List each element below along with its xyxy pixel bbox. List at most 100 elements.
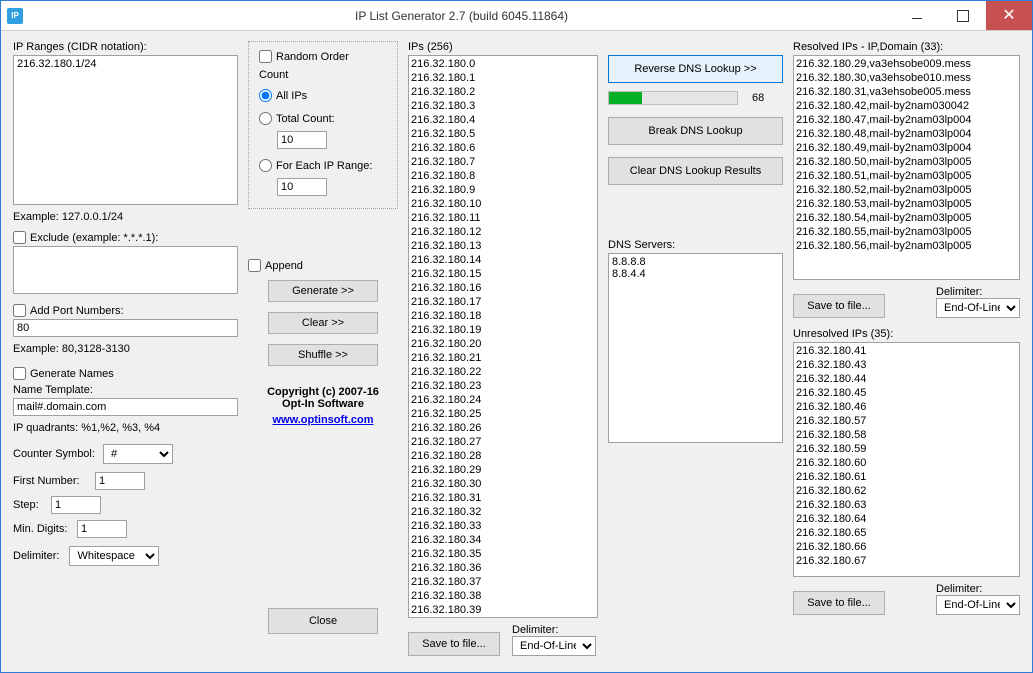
generate-names-checkbox[interactable] — [13, 367, 26, 380]
list-item[interactable]: 216.32.180.65 — [796, 526, 1017, 540]
all-ips-radio[interactable] — [259, 89, 272, 102]
list-item[interactable]: 216.32.180.28 — [411, 449, 595, 463]
list-item[interactable]: 216.32.180.50,mail-by2nam03lp005 — [796, 155, 1017, 169]
list-item[interactable]: 216.32.180.60 — [796, 456, 1017, 470]
list-item[interactable]: 216.32.180.53,mail-by2nam03lp005 — [796, 197, 1017, 211]
list-item[interactable]: 216.32.180.48,mail-by2nam03lp004 — [796, 127, 1017, 141]
list-item[interactable]: 216.32.180.30,va3ehsobe010.mess — [796, 71, 1017, 85]
ips-save-button[interactable]: Save to file... — [408, 632, 500, 656]
list-item[interactable]: 216.32.180.41 — [796, 344, 1017, 358]
list-item[interactable]: 216.32.180.43 — [796, 358, 1017, 372]
port-input[interactable] — [13, 319, 238, 337]
list-item[interactable]: 216.32.180.12 — [411, 225, 595, 239]
step-input[interactable] — [51, 496, 101, 514]
first-number-input[interactable] — [95, 472, 145, 490]
list-item[interactable]: 216.32.180.11 — [411, 211, 595, 225]
list-item[interactable]: 216.32.180.63 — [796, 498, 1017, 512]
clear-button[interactable]: Clear >> — [268, 312, 378, 334]
total-count-input[interactable] — [277, 131, 327, 149]
maximize-button[interactable] — [940, 1, 986, 30]
list-item[interactable]: 216.32.180.55,mail-by2nam03lp005 — [796, 225, 1017, 239]
close-window-button[interactable]: ✕ — [986, 1, 1032, 30]
unresolved-save-button[interactable]: Save to file... — [793, 591, 885, 615]
list-item[interactable]: 216.32.180.24 — [411, 393, 595, 407]
list-item[interactable]: 216.32.180.56,mail-by2nam03lp005 — [796, 239, 1017, 253]
list-item[interactable]: 216.32.180.17 — [411, 295, 595, 309]
minimize-button[interactable] — [894, 1, 940, 30]
list-item[interactable]: 216.32.180.16 — [411, 281, 595, 295]
list-item[interactable]: 216.32.180.1 — [411, 71, 595, 85]
exclude-input[interactable] — [13, 246, 238, 294]
list-item[interactable]: 216.32.180.8 — [411, 169, 595, 183]
list-item[interactable]: 216.32.180.29,va3ehsobe009.mess — [796, 57, 1017, 71]
append-checkbox[interactable] — [248, 259, 261, 272]
shuffle-button[interactable]: Shuffle >> — [268, 344, 378, 366]
list-item[interactable]: 216.32.180.64 — [796, 512, 1017, 526]
list-item[interactable]: 216.32.180.7 — [411, 155, 595, 169]
for-each-radio[interactable] — [259, 159, 272, 172]
list-item[interactable]: 216.32.180.42,mail-by2nam030042 — [796, 99, 1017, 113]
list-item[interactable]: 216.32.180.4 — [411, 113, 595, 127]
list-item[interactable]: 216.32.180.32 — [411, 505, 595, 519]
list-item[interactable]: 216.32.180.62 — [796, 484, 1017, 498]
add-port-checkbox[interactable] — [13, 304, 26, 317]
resolved-listbox[interactable]: 216.32.180.29,va3ehsobe009.mess216.32.18… — [793, 55, 1020, 280]
list-item[interactable]: 216.32.180.26 — [411, 421, 595, 435]
dns-servers-input[interactable] — [608, 253, 783, 443]
min-digits-input[interactable] — [77, 520, 127, 538]
list-item[interactable]: 216.32.180.51,mail-by2nam03lp005 — [796, 169, 1017, 183]
list-item[interactable]: 216.32.180.29 — [411, 463, 595, 477]
list-item[interactable]: 216.32.180.3 — [411, 99, 595, 113]
random-order-checkbox[interactable] — [259, 50, 272, 63]
list-item[interactable]: 216.32.180.31,va3ehsobe005.mess — [796, 85, 1017, 99]
list-item[interactable]: 216.32.180.36 — [411, 561, 595, 575]
list-item[interactable]: 216.32.180.23 — [411, 379, 595, 393]
total-count-radio[interactable] — [259, 112, 272, 125]
list-item[interactable]: 216.32.180.15 — [411, 267, 595, 281]
list-item[interactable]: 216.32.180.9 — [411, 183, 595, 197]
list-item[interactable]: 216.32.180.2 — [411, 85, 595, 99]
list-item[interactable]: 216.32.180.44 — [796, 372, 1017, 386]
list-item[interactable]: 216.32.180.35 — [411, 547, 595, 561]
ips-delimiter-select[interactable]: End-Of-Line — [512, 636, 596, 656]
generate-button[interactable]: Generate >> — [268, 280, 378, 302]
resolved-save-button[interactable]: Save to file... — [793, 294, 885, 318]
list-item[interactable]: 216.32.180.25 — [411, 407, 595, 421]
ips-listbox[interactable]: 216.32.180.0216.32.180.1216.32.180.2216.… — [408, 55, 598, 618]
list-item[interactable]: 216.32.180.14 — [411, 253, 595, 267]
list-item[interactable]: 216.32.180.13 — [411, 239, 595, 253]
list-item[interactable]: 216.32.180.18 — [411, 309, 595, 323]
exclude-checkbox[interactable] — [13, 231, 26, 244]
list-item[interactable]: 216.32.180.54,mail-by2nam03lp005 — [796, 211, 1017, 225]
list-item[interactable]: 216.32.180.27 — [411, 435, 595, 449]
list-item[interactable]: 216.32.180.38 — [411, 589, 595, 603]
list-item[interactable]: 216.32.180.10 — [411, 197, 595, 211]
list-item[interactable]: 216.32.180.19 — [411, 323, 595, 337]
list-item[interactable]: 216.32.180.33 — [411, 519, 595, 533]
list-item[interactable]: 216.32.180.6 — [411, 141, 595, 155]
list-item[interactable]: 216.32.180.22 — [411, 365, 595, 379]
list-item[interactable]: 216.32.180.61 — [796, 470, 1017, 484]
list-item[interactable]: 216.32.180.67 — [796, 554, 1017, 568]
close-button[interactable]: Close — [268, 608, 378, 634]
list-item[interactable]: 216.32.180.45 — [796, 386, 1017, 400]
list-item[interactable]: 216.32.180.47,mail-by2nam03lp004 — [796, 113, 1017, 127]
list-item[interactable]: 216.32.180.58 — [796, 428, 1017, 442]
list-item[interactable]: 216.32.180.31 — [411, 491, 595, 505]
list-item[interactable]: 216.32.180.49,mail-by2nam03lp004 — [796, 141, 1017, 155]
list-item[interactable]: 216.32.180.21 — [411, 351, 595, 365]
list-item[interactable]: 216.32.180.52,mail-by2nam03lp005 — [796, 183, 1017, 197]
ip-ranges-input[interactable] — [13, 55, 238, 205]
website-link[interactable]: www.optinsoft.com — [248, 414, 398, 426]
resolved-delimiter-select[interactable]: End-Of-Line — [936, 298, 1020, 318]
list-item[interactable]: 216.32.180.34 — [411, 533, 595, 547]
unresolved-listbox[interactable]: 216.32.180.41216.32.180.43216.32.180.442… — [793, 342, 1020, 577]
list-item[interactable]: 216.32.180.20 — [411, 337, 595, 351]
list-item[interactable]: 216.32.180.39 — [411, 603, 595, 617]
unresolved-delimiter-select[interactable]: End-Of-Line — [936, 595, 1020, 615]
list-item[interactable]: 216.32.180.46 — [796, 400, 1017, 414]
for-each-input[interactable] — [277, 178, 327, 196]
list-item[interactable]: 216.32.180.0 — [411, 57, 595, 71]
reverse-dns-button[interactable]: Reverse DNS Lookup >> — [608, 55, 783, 83]
list-item[interactable]: 216.32.180.57 — [796, 414, 1017, 428]
